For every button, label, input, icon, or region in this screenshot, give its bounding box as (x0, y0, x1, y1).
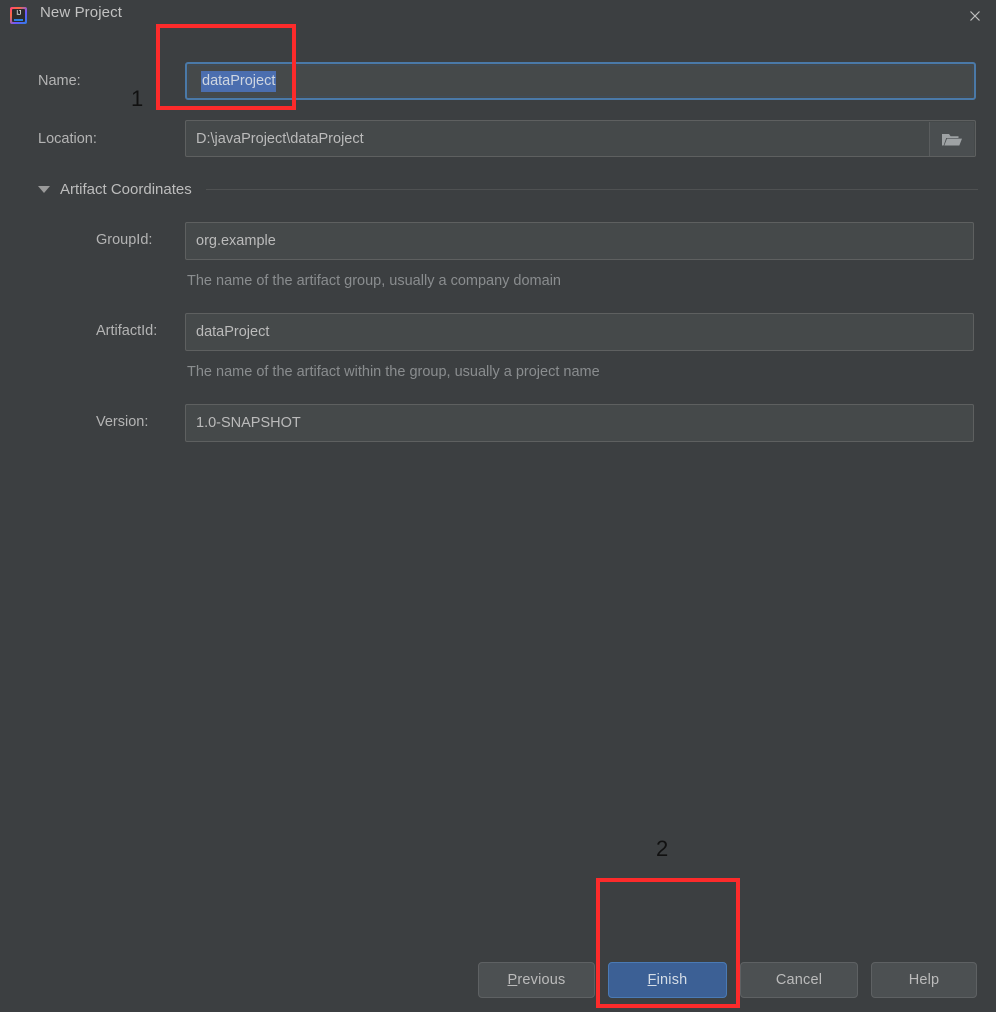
window-title: New Project (40, 4, 122, 21)
annotation-number-1: 1 (131, 86, 144, 111)
artifact-id-input[interactable]: dataProject (185, 313, 974, 351)
section-divider (205, 189, 978, 190)
group-id-input-value: org.example (196, 233, 276, 249)
artifact-id-hint: The name of the artifact within the grou… (187, 364, 600, 380)
finish-button-mnemonic: F (647, 972, 657, 988)
name-input-value: dataProject (201, 70, 277, 92)
artifact-coordinates-section-header[interactable]: Artifact Coordinates (38, 181, 978, 198)
name-label: Name: (38, 73, 81, 89)
artifact-id-label: ArtifactId: (96, 323, 158, 339)
previous-button-mnemonic: P (507, 972, 518, 988)
previous-button-label: revious (517, 972, 566, 988)
finish-button[interactable]: Finish (608, 962, 727, 998)
artifact-id-input-value: dataProject (196, 324, 270, 340)
group-id-hint: The name of the artifact group, usually … (187, 273, 561, 289)
help-button[interactable]: Help (871, 962, 977, 998)
intellij-idea-icon (10, 7, 27, 24)
triangle-down-icon (38, 186, 50, 193)
location-input-value: D:\javaProject\dataProject (196, 130, 364, 147)
previous-button[interactable]: Previous (478, 962, 595, 998)
finish-button-label: inish (656, 972, 688, 988)
help-button-label: Help (908, 972, 940, 988)
version-input-value: 1.0-SNAPSHOT (196, 415, 301, 431)
close-icon[interactable] (954, 0, 996, 31)
name-input[interactable]: dataProject (185, 62, 976, 100)
group-id-input[interactable]: org.example (185, 222, 974, 260)
folder-icon[interactable] (929, 122, 974, 156)
version-label: Version: (96, 414, 149, 430)
artifact-coordinates-title: Artifact Coordinates (60, 181, 192, 198)
location-input[interactable]: D:\javaProject\dataProject (185, 120, 976, 157)
cancel-button[interactable]: Cancel (740, 962, 858, 998)
location-label: Location: (38, 131, 97, 147)
annotation-number-2: 2 (656, 836, 669, 861)
group-id-label: GroupId: (96, 232, 153, 248)
title-bar: New Project (0, 0, 996, 31)
version-input[interactable]: 1.0-SNAPSHOT (185, 404, 974, 442)
cancel-button-label: Cancel (775, 972, 823, 988)
